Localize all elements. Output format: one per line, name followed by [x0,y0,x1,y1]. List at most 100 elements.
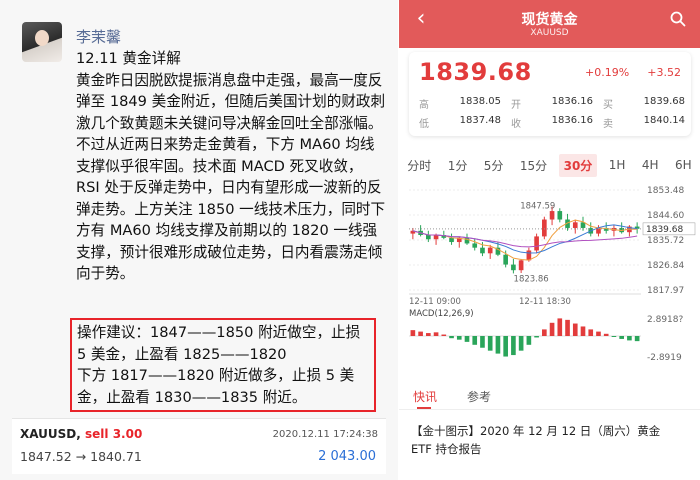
change-percent: +0.19% [585,66,630,79]
tab-timeframe[interactable]: 15分 [515,154,552,177]
stat-label: 开 [511,100,521,111]
moving-average-line [412,230,638,248]
price-tick-label: 1844.60 [647,211,684,221]
price-tick-label: 1817.97 [647,286,684,296]
news-tabs: 快讯 参考 [399,380,700,410]
tab-timeframe[interactable]: 1H [604,155,631,175]
candle-body [503,254,508,265]
macd-bar [464,336,470,342]
trade-side: sell 3.00 [85,427,143,441]
macd-bar [418,331,423,336]
stat-value: 1837.48 [459,115,501,126]
tab-timeframe[interactable]: 4H [637,155,664,175]
macd-bar [596,331,601,336]
stat-value: 1836.16 [551,115,593,126]
instrument-symbol: XAUUSD [530,28,569,38]
stat-value: 1836.16 [551,96,593,107]
price-tick-label: 1853.48 [647,186,684,196]
macd-bar [511,336,516,356]
stats-row: 低 1837.48 收 1836.16 卖 1840.14 [419,113,685,132]
time-label: 12-11 18:30 [519,297,571,307]
timeframe-tabs: 分时 1分 5分 15分 30分 1H 4H 6H [399,152,700,178]
macd-bar [565,319,570,336]
quote-stats: 高 1838.05 开 1836.16 买 1839.68 低 1837.48 收 183… [419,94,685,132]
candle-body [511,264,516,271]
tab-timeframe-active[interactable]: 30分 [558,153,598,177]
instrument-title: 现货黄金 [521,12,578,28]
macd-bar [619,336,624,339]
change-value: +3.52 [647,66,681,79]
tab-timeframe[interactable]: 6H [670,155,697,175]
post-title: 12.11 黄金详解 [76,50,181,67]
commentary-post: 李茉馨 12.11 黄金详解 黄金昨日因脱欧提振消息盘中走强，最高一度反弹至 1… [0,0,398,480]
macd-bar [449,336,454,339]
macd-bar [611,336,617,337]
advice-line: 操作建议：1847——1850 附近做空，止损 5 美金，止盈看 1825——1… [77,324,361,363]
active-tab-indicator [417,407,431,409]
candlestick-chart[interactable]: 1853.48 1844.60 1835.72 1826.84 1817.97 1839.… [399,182,700,372]
macd-bar [588,329,594,336]
moving-average-line [412,224,638,254]
advice-line: 下方 1817——1820 附近做多，止损 5 美金，止盈看 1830——183… [77,367,355,406]
tab-reference[interactable]: 参考 [467,388,491,405]
candle-body [449,237,454,243]
stat-value: 1838.05 [459,96,501,107]
avatar[interactable] [22,22,62,62]
news-item[interactable]: 【金十图示】2020 年 12 月 12 日（周六）黄金 ETF 持仓报告 [411,422,681,458]
quote-card: 1839.68 +0.19% +3.52 高 1838.05 开 1836.16 买… [409,52,691,136]
trade-prices: 1847.52 → 1840.71 [20,449,142,464]
price-tick-label: 1835.72 [647,236,684,246]
macd-bar [557,318,563,336]
macd-bar [472,336,478,345]
macd-bar [487,336,493,351]
stat-label: 卖 [603,119,613,130]
candle-body [549,211,555,220]
macd-bar [534,336,539,338]
macd-bar [634,336,640,342]
trade-time: 2020.12.11 17:24:38 [272,429,378,440]
macd-tick-label: -2.8919 [647,353,682,363]
tab-timeframe[interactable]: 1分 [443,154,473,177]
time-label: 12-11 09:00 [409,297,461,307]
last-price: 1839.68 [419,58,532,86]
candle-body [542,219,547,237]
macd-bar [480,336,485,348]
candle-body [518,260,524,271]
stat-label: 低 [419,119,429,130]
macd-bar [495,336,501,354]
macd-bar [526,336,532,345]
stat-value: 1840.14 [643,115,685,126]
post-body: 12.11 黄金详解 黄金昨日因脱欧提振消息盘中走强，最高一度反弹至 1849 … [76,48,386,285]
tab-timeframe[interactable]: 分时 [402,154,436,177]
macd-bar [580,326,586,336]
candle-body [426,235,431,240]
nav-bar: ‹ 现货黄金 XAUUSD [399,0,700,48]
high-annotation: 1847.59 [520,202,555,212]
candle-body [572,222,578,228]
price-tick-label: 1826.84 [647,261,684,271]
candle-body [472,243,478,248]
stat-label: 收 [511,119,521,130]
candle-body [557,211,563,220]
candle-body [433,235,439,240]
macd-bar [627,336,632,341]
search-icon[interactable] [670,11,686,27]
macd-bar [572,323,578,336]
macd-label: MACD(12,26,9) [409,309,474,319]
macd-bar [426,333,431,336]
low-annotation: 1823.86 [514,274,549,284]
author-name[interactable]: 李茉馨 [76,26,121,47]
macd-bar [503,336,508,357]
quote-app: ‹ 现货黄金 XAUUSD 1839.68 +0.19% +3.52 高 1838… [399,0,700,480]
tab-flash-news[interactable]: 快讯 [413,388,437,405]
candle-body [487,247,493,254]
stats-row: 高 1838.05 开 1836.16 买 1839.68 [419,94,685,113]
trade-profit: 2 043.00 [318,449,376,464]
macd-bar [410,330,416,336]
trade-record-card: XAUUSD, sell 3.00 2020.12.11 17:24:38 18… [12,418,386,474]
macd-bar [518,336,524,351]
stat-label: 买 [603,100,613,111]
macd-bar [456,336,462,340]
tab-timeframe[interactable]: 5分 [479,154,509,177]
stat-value: 1839.68 [643,96,685,107]
